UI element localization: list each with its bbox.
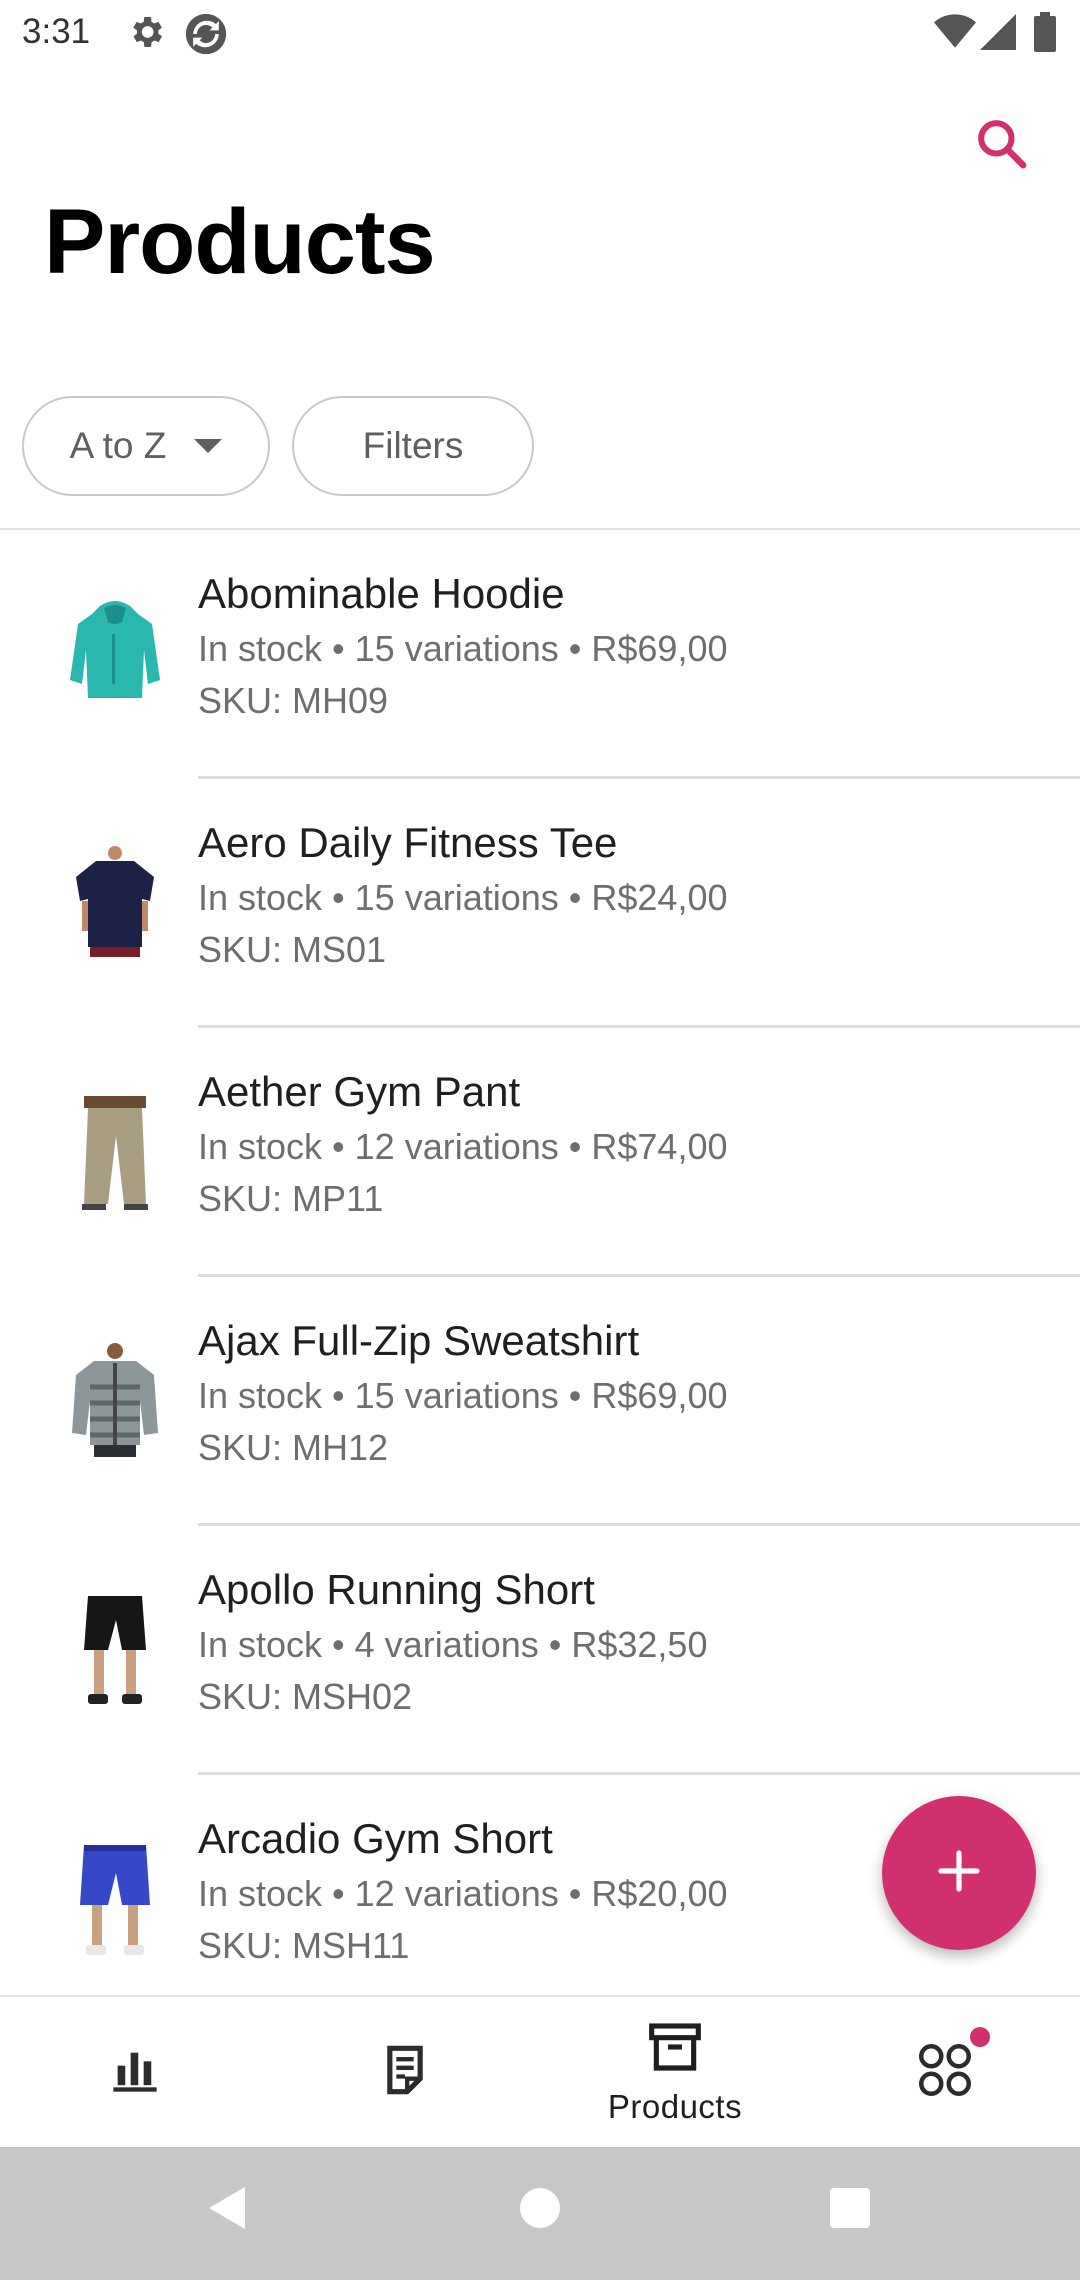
product-sku: SKU: MH09 — [198, 680, 389, 721]
sort-label: A to Z — [69, 425, 167, 466]
nav-item-products[interactable]: Products — [540, 1997, 810, 2147]
bottom-navigation: Products — [0, 1995, 1080, 2147]
plus-icon — [935, 1847, 983, 1900]
product-meta: In stock • 4 variations • R$32,50 — [198, 1624, 708, 1665]
status-bar: 3:31 — [0, 0, 1080, 66]
product-thumbnail — [60, 594, 170, 714]
product-thumbnail — [60, 1839, 170, 1959]
product-meta: In stock • 15 variations • R$69,00 — [198, 628, 728, 669]
signal-icon — [980, 14, 1016, 55]
product-sku: SKU: MS01 — [198, 929, 387, 970]
notification-badge — [970, 2027, 990, 2047]
product-list[interactable]: Abominable Hoodie In stock • 15 variatio… — [0, 530, 1080, 1995]
wifi-icon — [934, 14, 976, 55]
recents-icon[interactable] — [828, 2183, 872, 2238]
filters-chip[interactable]: Filters — [292, 396, 534, 496]
product-meta: In stock • 12 variations • R$74,00 — [198, 1126, 728, 1167]
product-thumbnail — [60, 1341, 170, 1461]
product-thumbnail — [60, 843, 170, 963]
gear-icon — [126, 12, 166, 57]
orders-icon — [379, 2044, 431, 2101]
sync-icon — [184, 12, 228, 61]
product-thumbnail — [60, 1092, 170, 1212]
product-sku: SKU: MH12 — [198, 1427, 389, 1468]
product-row[interactable]: Abominable Hoodie In stock • 15 variatio… — [0, 530, 1080, 779]
nav-item-more[interactable] — [810, 1997, 1080, 2147]
page-title: Products — [44, 191, 436, 293]
add-product-button[interactable] — [882, 1796, 1036, 1950]
home-icon[interactable] — [518, 2183, 562, 2238]
sort-chip[interactable]: A to Z — [22, 396, 270, 496]
product-name: Arcadio Gym Short — [198, 1815, 553, 1862]
product-name: Apollo Running Short — [198, 1566, 595, 1613]
caret-down-icon — [194, 439, 223, 453]
status-time: 3:31 — [22, 12, 91, 51]
product-name: Ajax Full-Zip Sweatshirt — [198, 1317, 640, 1364]
nav-item-orders[interactable] — [270, 1997, 540, 2147]
product-name: Aero Daily Fitness Tee — [198, 819, 618, 866]
search-button[interactable] — [968, 112, 1034, 178]
system-navigation-bar — [0, 2147, 1080, 2280]
back-icon[interactable] — [205, 2183, 249, 2238]
product-sku: SKU: MSH11 — [198, 1925, 410, 1966]
product-sku: SKU: MSH02 — [198, 1676, 413, 1717]
product-row[interactable]: Apollo Running Short In stock • 4 variat… — [0, 1526, 1080, 1775]
bar-chart-icon — [109, 2044, 161, 2101]
search-icon — [973, 115, 1029, 176]
battery-icon — [1034, 12, 1056, 57]
more-grid-icon — [915, 2040, 975, 2105]
product-sku: SKU: MP11 — [198, 1178, 384, 1219]
archive-box-icon — [647, 2019, 703, 2080]
product-row[interactable]: Aero Daily Fitness Tee In stock • 15 var… — [0, 779, 1080, 1028]
product-thumbnail — [60, 1590, 170, 1710]
product-meta: In stock • 12 variations • R$20,00 — [198, 1873, 728, 1914]
product-name: Aether Gym Pant — [198, 1068, 521, 1115]
product-row[interactable]: Ajax Full-Zip Sweatshirt In stock • 15 v… — [0, 1277, 1080, 1526]
product-meta: In stock • 15 variations • R$24,00 — [198, 877, 728, 918]
product-name: Abominable Hoodie — [198, 570, 565, 617]
product-meta: In stock • 15 variations • R$69,00 — [198, 1375, 728, 1416]
nav-label-products: Products — [607, 2087, 743, 2125]
nav-item-my-store[interactable] — [0, 1997, 270, 2147]
filters-label: Filters — [362, 425, 464, 466]
product-row[interactable]: Aether Gym Pant In stock • 12 variations… — [0, 1028, 1080, 1277]
